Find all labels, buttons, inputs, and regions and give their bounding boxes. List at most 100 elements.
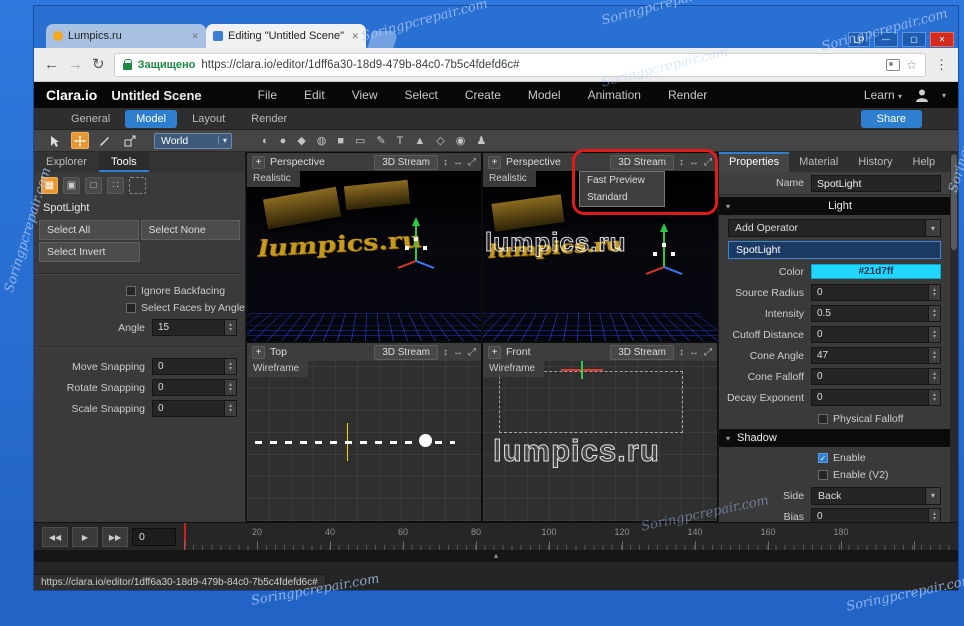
scrollbar-thumb[interactable] <box>951 154 957 250</box>
render-mode-dropdown[interactable]: Realistic <box>483 171 536 187</box>
render-mode-dropdown[interactable]: Realistic <box>247 171 300 187</box>
menu-create[interactable]: Create <box>465 88 501 102</box>
viewport-name-dropdown[interactable]: Perspective <box>506 156 561 168</box>
spinner-icons[interactable]: ▴ ▾ <box>928 348 940 363</box>
pencil-icon[interactable]: ✎ <box>376 134 385 147</box>
pan-horizontal-icon[interactable]: ↔ <box>689 157 699 168</box>
side-dropdown[interactable]: Back ▾ <box>811 487 941 505</box>
cone-icon[interactable]: ▲ <box>414 135 425 147</box>
scale-snapping-input[interactable]: 0 ▴ ▾ <box>152 400 237 417</box>
viewport-front[interactable]: + Front 3D Stream ↕ ↔ ⤢ Wireframe lumpic… <box>482 342 718 522</box>
viewport-top[interactable]: + Top 3D Stream ↕ ↔ ⤢ Wireframe <box>246 342 482 522</box>
select-faces-by-angle-checkbox[interactable]: Select Faces by Angle <box>126 302 245 314</box>
shadow-enable-v2-checkbox[interactable]: Enable (V2) <box>818 468 950 481</box>
tab-close-icon[interactable]: ✕ <box>191 31 199 42</box>
profile-badge[interactable]: LP <box>848 32 870 47</box>
angle-input[interactable]: 15 ▴ ▾ <box>152 319 237 336</box>
spinner-icons[interactable]: ▴ ▾ <box>928 306 940 321</box>
teapot-icon[interactable]: ◍ <box>317 134 327 147</box>
name-input[interactable]: SpotLight <box>811 175 941 192</box>
sphere-shaded-icon[interactable]: ◐ <box>262 135 269 147</box>
cube-icon[interactable]: ■ <box>337 135 344 147</box>
ignore-backfacing-checkbox[interactable]: Ignore Backfacing <box>126 285 245 297</box>
edge-select-icon[interactable]: □ <box>85 177 102 194</box>
cone-falloff-input[interactable]: 0 ▴ ▾ <box>811 368 941 385</box>
play-button[interactable]: ▶ <box>72 527 98 547</box>
checkbox-icon[interactable] <box>126 303 136 313</box>
spinner-icons[interactable]: ▴ ▾ <box>928 390 940 405</box>
menu-render[interactable]: Render <box>668 88 707 102</box>
decay-exponent-input[interactable]: 0 ▴ ▾ <box>811 389 941 406</box>
viewport-name-dropdown[interactable]: Top <box>270 346 287 358</box>
render-mode-dropdown[interactable]: Wireframe <box>483 361 544 377</box>
checkbox-icon[interactable] <box>818 414 828 424</box>
viewport-perspective-2[interactable]: + Perspective 3D Stream ↕ ↔ ⤢ Realistic … <box>482 152 718 342</box>
spinner-icons[interactable]: ▴ ▾ <box>224 359 236 374</box>
stream-mode-dropdown[interactable]: 3D Stream <box>374 345 438 360</box>
add-viewport-icon[interactable]: + <box>252 346 265 359</box>
spinner-icons[interactable]: ▴ ▾ <box>928 509 940 522</box>
checkbox-icon[interactable] <box>126 286 136 296</box>
cutoff-distance-input[interactable]: 0 ▴ ▾ <box>811 326 941 343</box>
light-icon[interactable]: ◉ <box>456 134 466 147</box>
spinner-icons[interactable]: ▴ ▾ <box>224 401 236 416</box>
spinner-icons[interactable]: ▴ ▾ <box>224 380 236 395</box>
shadow-enable-checkbox[interactable]: ✓ Enable <box>818 451 950 464</box>
select-cursor-icon[interactable] <box>46 132 64 149</box>
viewport-perspective-1[interactable]: + Perspective 3D Stream ↕ ↔ ⤢ Realistic <box>246 152 482 342</box>
spinner-icons[interactable]: ▴ ▾ <box>928 285 940 300</box>
menu-item-fast-preview[interactable]: Fast Preview <box>580 172 664 189</box>
share-button[interactable]: Share <box>861 110 922 128</box>
scene-title[interactable]: Untitled Scene <box>111 88 201 103</box>
render-mode-dropdown[interactable]: Wireframe <box>247 361 308 377</box>
figure-icon[interactable]: ♟ <box>476 134 486 147</box>
maximize-viewport-icon[interactable]: ⤢ <box>704 157 712 168</box>
stream-mode-dropdown[interactable]: 3D Stream <box>374 155 438 170</box>
close-button[interactable]: ✕ <box>930 32 954 47</box>
menu-file[interactable]: File <box>258 88 277 102</box>
rotate-snapping-input[interactable]: 0 ▴ ▾ <box>152 379 237 396</box>
source-radius-input[interactable]: 0 ▴ ▾ <box>811 284 941 301</box>
menu-view[interactable]: View <box>352 88 378 102</box>
tab-render[interactable]: Render <box>240 110 298 128</box>
address-bar[interactable]: Защищено https://clara.io/editor/1dff6a3… <box>114 53 926 77</box>
tab-help[interactable]: Help <box>903 152 946 172</box>
tab-explorer[interactable]: Explorer <box>34 152 99 172</box>
forward-icon[interactable]: → <box>68 57 83 72</box>
shadow-section-header[interactable]: ▾ Shadow <box>719 429 950 447</box>
marquee-select-icon[interactable] <box>129 177 146 194</box>
viewport-name-dropdown[interactable]: Perspective <box>270 156 325 168</box>
world-space-dropdown[interactable]: World ▾ <box>154 133 232 149</box>
add-operator-dropdown[interactable]: Add Operator ▾ <box>728 219 941 237</box>
pan-vertical-icon[interactable]: ↕ <box>443 157 448 168</box>
refresh-icon[interactable]: ↻ <box>92 57 105 72</box>
translate-icon[interactable] <box>886 59 900 71</box>
pan-vertical-icon[interactable]: ↕ <box>679 347 684 358</box>
user-avatar-icon[interactable] <box>914 88 930 103</box>
browser-tab-editor[interactable]: Editing "Untitled Scene" ✕ <box>206 24 366 48</box>
minimize-button[interactable]: — <box>874 32 898 47</box>
spinner-icons[interactable]: ▴ ▾ <box>928 327 940 342</box>
tab-layout[interactable]: Layout <box>181 110 236 128</box>
maximize-viewport-icon[interactable]: ⤢ <box>468 157 476 168</box>
tab-tools[interactable]: Tools <box>99 152 149 172</box>
sphere-icon[interactable]: ● <box>280 135 287 147</box>
new-tab-button[interactable] <box>367 31 399 48</box>
back-icon[interactable]: ← <box>44 57 59 72</box>
viewport-canvas[interactable]: lumpics.ru <box>247 171 481 341</box>
menu-animation[interactable]: Animation <box>588 88 641 102</box>
add-viewport-icon[interactable]: + <box>488 346 501 359</box>
add-viewport-icon[interactable]: + <box>488 156 501 169</box>
menu-edit[interactable]: Edit <box>304 88 325 102</box>
diamond-icon[interactable]: ◇ <box>436 134 444 147</box>
checkbox-checked-icon[interactable]: ✓ <box>818 453 828 463</box>
pan-horizontal-icon[interactable]: ↔ <box>453 157 463 168</box>
plane-icon[interactable]: ▭ <box>355 134 365 147</box>
spinner-icons[interactable]: ▴ ▾ <box>224 320 236 335</box>
menu-select[interactable]: Select <box>404 88 437 102</box>
physical-falloff-checkbox[interactable]: Physical Falloff <box>818 412 950 425</box>
spinner-icons[interactable]: ▴ ▾ <box>928 369 940 384</box>
light-section-header[interactable]: ▾ Light <box>719 197 950 215</box>
move-snapping-input[interactable]: 0 ▴ ▾ <box>152 358 237 375</box>
browser-tab-lumpics[interactable]: Lumpics.ru ✕ <box>46 24 206 48</box>
